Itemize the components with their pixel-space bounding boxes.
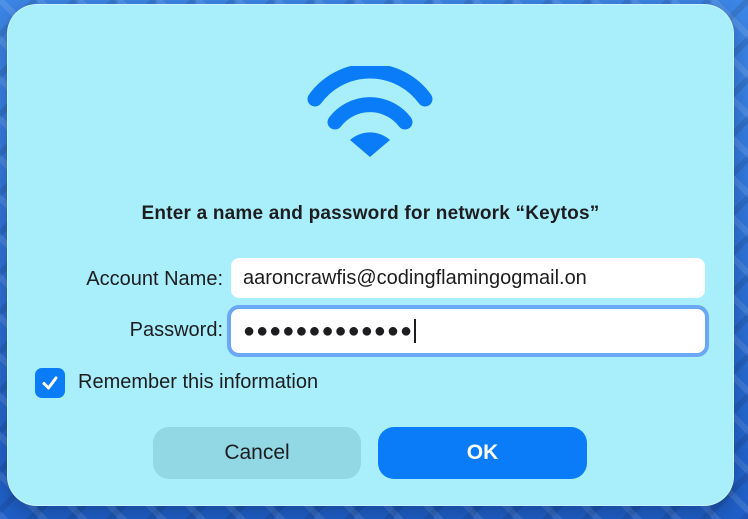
account-name-field[interactable]: aaroncrawfis@codingflamingogmail.on [231, 258, 705, 298]
account-name-label: Account Name: [86, 268, 223, 290]
password-label: Password: [129, 319, 223, 341]
remember-label[interactable]: Remember this information [78, 371, 318, 394]
account-name-value: aaroncrawfis@codingflamingogmail.on [243, 266, 587, 289]
cancel-button[interactable]: Cancel [153, 427, 361, 479]
dialog-title: Enter a name and password for network “K… [141, 203, 600, 224]
text-caret [414, 319, 417, 343]
password-value: ●●●●●●●●●●●●● [243, 319, 414, 342]
wifi-icon [307, 66, 433, 157]
wifi-login-dialog: Enter a name and password for network “K… [7, 4, 734, 506]
password-field[interactable]: ●●●●●●●●●●●●● [231, 309, 705, 353]
ok-button[interactable]: OK [378, 427, 587, 479]
checkmark-icon [42, 376, 58, 390]
remember-checkbox[interactable] [35, 368, 65, 398]
